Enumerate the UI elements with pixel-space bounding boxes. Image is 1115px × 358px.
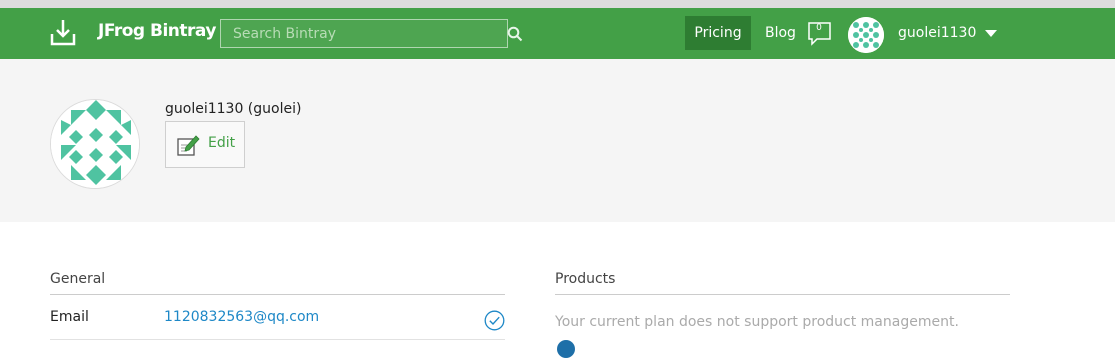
products-message: Your current plan does not support produ… [555, 314, 959, 330]
notification-count: 0 [816, 23, 822, 33]
search-icon[interactable] [507, 26, 523, 42]
profile-avatar [50, 99, 140, 189]
profile-name: guolei1130 (guolei) [165, 101, 302, 117]
general-divider [50, 294, 505, 295]
edit-label: Edit [208, 135, 236, 151]
search-input[interactable] [220, 19, 508, 48]
blog-link[interactable]: Blog [765, 25, 796, 41]
email-row-divider [50, 339, 505, 340]
brand-name[interactable]: JFrog Bintray [98, 21, 216, 41]
profile-header: guolei1130 (guolei) Edit [0, 59, 1115, 222]
username-menu[interactable]: guolei1130 [898, 25, 976, 41]
user-avatar[interactable] [848, 17, 884, 53]
info-icon [557, 340, 575, 358]
products-divider [555, 294, 1010, 295]
edit-icon [177, 135, 200, 156]
download-logo-icon[interactable] [49, 18, 77, 48]
check-circle-icon [484, 310, 505, 331]
chevron-down-icon[interactable] [985, 30, 997, 37]
general-section-title: General [50, 271, 106, 287]
top-navbar: JFrog Bintray Pricing Blog 0 guolei1130 [0, 8, 1115, 59]
browser-top-strip [0, 0, 1115, 8]
pricing-button[interactable]: Pricing [685, 16, 751, 50]
edit-profile-button[interactable]: Edit [165, 121, 245, 168]
email-label: Email [50, 309, 89, 325]
products-section-title: Products [555, 271, 616, 287]
notifications-button[interactable]: 0 [808, 22, 832, 48]
email-link[interactable]: 1120832563@qq.com [164, 309, 319, 325]
